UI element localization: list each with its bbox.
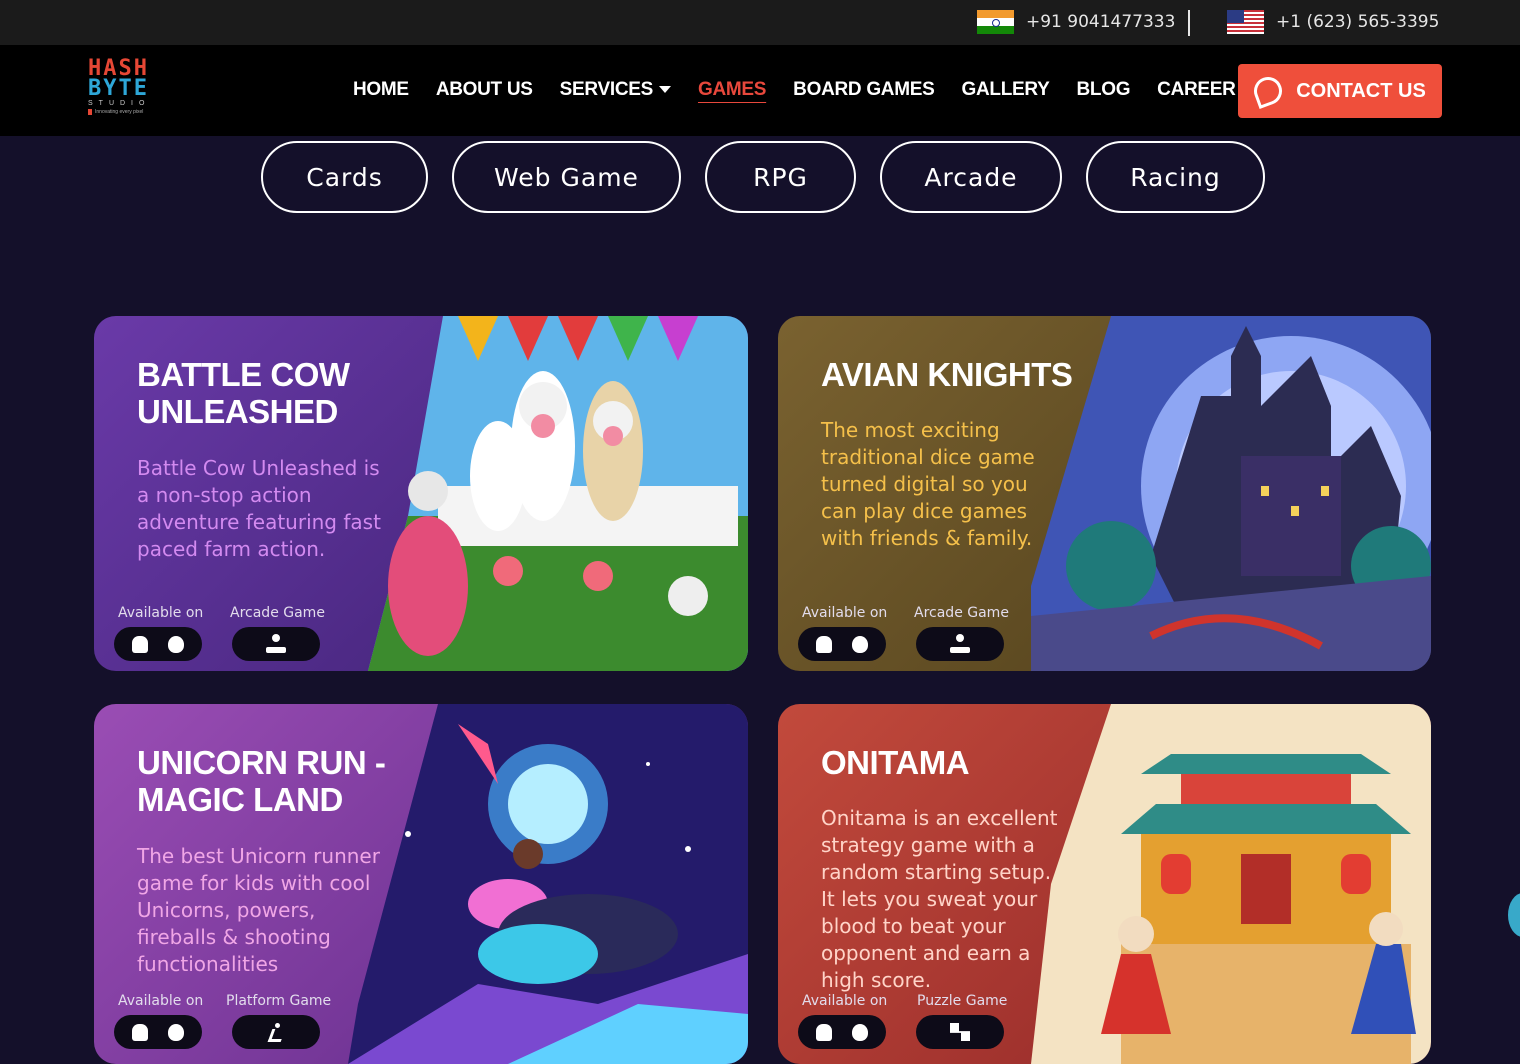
chevron-down-icon xyxy=(658,86,671,94)
nav-home[interactable]: HOME xyxy=(353,79,409,101)
topbar-divider xyxy=(1188,10,1190,36)
card-title: BATTLE COW UNLEASHED xyxy=(137,356,350,430)
joystick-icon xyxy=(266,634,286,654)
available-on-label: Available on xyxy=(802,993,888,1009)
main-nav: HASH BYTE STUDIO Innovating every pixel … xyxy=(0,45,1520,136)
filter-cards[interactable]: Cards xyxy=(261,141,428,213)
platform-badges xyxy=(798,1015,886,1049)
available-on-label: Available on xyxy=(118,605,204,621)
nav-services-label: SERVICES xyxy=(559,79,654,100)
phone-india[interactable]: +91 9041477333 xyxy=(977,10,1175,34)
apple-icon[interactable] xyxy=(852,635,868,653)
nav-gallery[interactable]: GALLERY xyxy=(962,79,1050,101)
logo-line3: STUDIO xyxy=(88,100,151,107)
us-flag-icon xyxy=(1227,10,1264,34)
puzzle-icon xyxy=(950,1023,970,1041)
card-description: Battle Cow Unleashed is a non-stop actio… xyxy=(137,456,381,561)
genre-badge xyxy=(916,1015,1004,1049)
game-card-onitama[interactable]: ONITAMA Onitama is an excellent strategy… xyxy=(778,704,1431,1064)
nav-blog[interactable]: BLOG xyxy=(1076,79,1130,101)
game-card-unicorn-run[interactable]: UNICORN RUN - MAGIC LAND The best Unicor… xyxy=(94,704,748,1064)
phone-india-number[interactable]: +91 9041477333 xyxy=(1026,12,1175,32)
genre-badge xyxy=(916,627,1004,661)
top-bar: +91 9041477333 +1 (623) 565-3395 xyxy=(0,0,1520,45)
card-description: The most exciting traditional dice game … xyxy=(821,418,1035,550)
india-flag-icon xyxy=(977,10,1014,34)
filter-rpg[interactable]: RPG xyxy=(705,141,856,213)
contact-us-label: CONTACT US xyxy=(1296,79,1426,102)
card-title: ONITAMA xyxy=(821,744,970,781)
filter-racing[interactable]: Racing xyxy=(1086,141,1265,213)
floating-chat-button[interactable] xyxy=(1508,893,1520,937)
nav-games[interactable]: GAMES xyxy=(698,79,766,101)
site-logo[interactable]: HASH BYTE STUDIO Innovating every pixel xyxy=(88,58,184,123)
joystick-icon xyxy=(950,634,970,654)
available-on-label: Available on xyxy=(118,993,204,1009)
running-icon xyxy=(267,1023,285,1041)
phone-us[interactable]: +1 (623) 565-3395 xyxy=(1227,10,1439,34)
genre-label: Platform Game xyxy=(226,993,332,1009)
nav-career[interactable]: CAREER xyxy=(1157,79,1236,101)
genre-filters: Cards Web Game RPG Arcade Racing xyxy=(0,141,1520,213)
nav-menu: HOME ABOUT US SERVICES GAMES BOARD GAMES… xyxy=(353,79,1236,101)
platform-badges xyxy=(798,627,886,661)
card-title: AVIAN KNIGHTS xyxy=(821,356,1073,393)
phone-us-number[interactable]: +1 (623) 565-3395 xyxy=(1276,12,1439,32)
nav-board-games[interactable]: BOARD GAMES xyxy=(793,79,935,101)
genre-label: Arcade Game xyxy=(914,605,1009,621)
platform-badges xyxy=(114,1015,202,1049)
card-title: UNICORN RUN - MAGIC LAND xyxy=(137,744,386,818)
filter-arcade[interactable]: Arcade xyxy=(880,141,1062,213)
android-icon[interactable] xyxy=(132,635,148,653)
filter-web-game[interactable]: Web Game xyxy=(452,141,681,213)
card-description: The best Unicorn runner game for kids wi… xyxy=(137,844,380,976)
genre-badge xyxy=(232,1015,320,1049)
platform-badges xyxy=(114,627,202,661)
logo-tagline: Innovating every pixel xyxy=(88,109,184,115)
apple-icon[interactable] xyxy=(168,635,184,653)
contact-us-button[interactable]: CONTACT US xyxy=(1238,64,1442,118)
genre-badge xyxy=(232,627,320,661)
game-card-avian-knights[interactable]: AVIAN KNIGHTS The most exciting traditio… xyxy=(778,316,1431,671)
card-description: Onitama is an excellent strategy game wi… xyxy=(821,806,1058,992)
phone-icon xyxy=(1250,73,1287,109)
game-card-battle-cow[interactable]: BATTLE COW UNLEASHED Battle Cow Unleashe… xyxy=(94,316,748,671)
nav-about-us[interactable]: ABOUT US xyxy=(436,79,533,101)
available-on-label: Available on xyxy=(802,605,888,621)
nav-services[interactable]: SERVICES xyxy=(560,79,671,101)
logo-line2: BYTE xyxy=(88,76,149,101)
genre-label: Arcade Game xyxy=(230,605,325,621)
genre-label: Puzzle Game xyxy=(917,993,1008,1009)
android-icon[interactable] xyxy=(816,635,832,653)
